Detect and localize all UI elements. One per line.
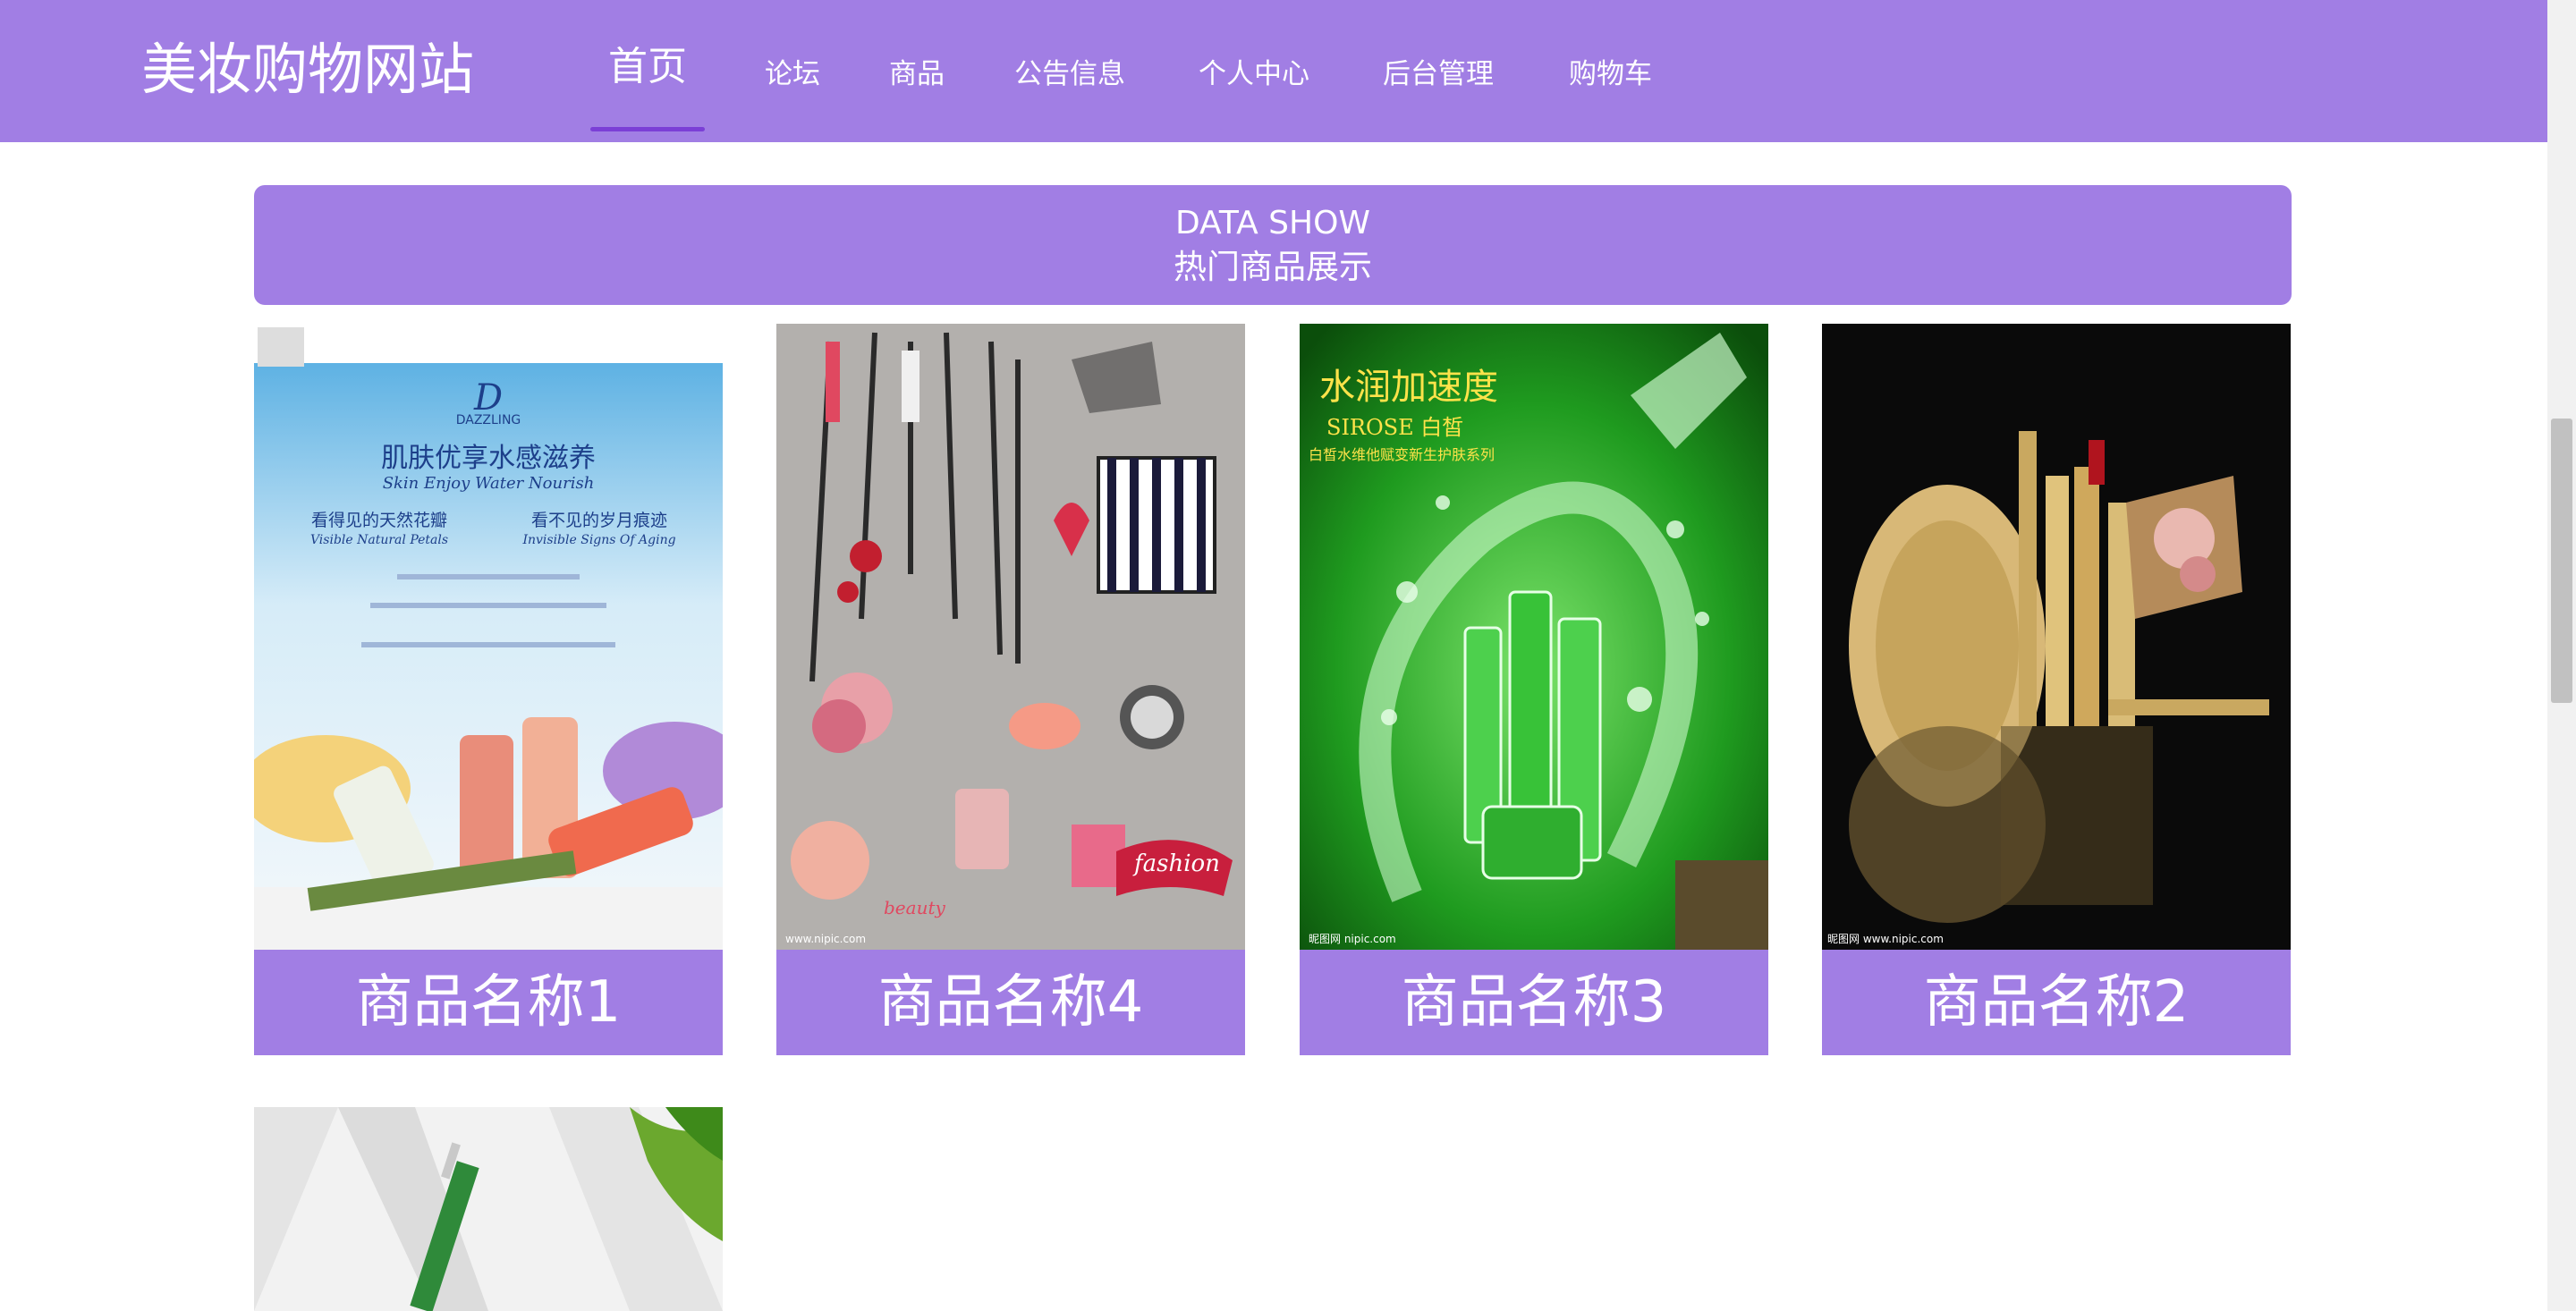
scrollbar-thumb[interactable] <box>2551 419 2572 703</box>
product-image[interactable]: D DAZZLING 肌肤优享水感滋养 Skin Enjoy Water Nou… <box>254 324 723 950</box>
top-navbar: 美妆购物网站 首页 论坛 商品 公告信息 个人中心 后台管理 购物车 <box>0 0 2547 142</box>
product-name[interactable]: 商品名称1 <box>254 950 723 1055</box>
product-image[interactable]: 昵图网 www.nipic.com <box>1822 324 2291 950</box>
ad-left-text: 看得见的天然花瓣 <box>311 511 447 530</box>
nav-active-underline <box>590 127 705 131</box>
qr-code-icon <box>258 327 304 367</box>
ad-brand-line: SIROSE 白皙 <box>1326 415 1463 440</box>
product-card[interactable]: 水润加速度 SIROSE 白皙 白皙水维他赋变新生护肤系列 昵图网 nipic.… <box>1300 324 1768 1055</box>
ad-right-en: Invisible Signs Of Aging <box>521 533 675 547</box>
ad-left-en: Visible Natural Petals <box>310 533 448 547</box>
product-name[interactable]: 商品名称3 <box>1300 950 1768 1055</box>
nav-item-admin[interactable]: 后台管理 <box>1383 43 1494 106</box>
section-banner: DATA SHOW 热门商品展示 <box>254 185 2292 305</box>
ad-beauty-text: beauty <box>884 897 945 918</box>
banner-title-en: DATA SHOW <box>1174 205 1371 241</box>
ad-subline: Skin Enjoy Water Nourish <box>383 474 595 493</box>
product-card[interactable] <box>254 1107 723 1311</box>
nav-item-products[interactable]: 商品 <box>889 43 945 106</box>
site-title[interactable]: 美妆购物网站 <box>141 34 474 106</box>
ad-watermark: www.nipic.com <box>785 933 866 945</box>
ad-subline: 白皙水维他赋变新生护肤系列 <box>1309 446 1495 463</box>
nav-item-announcements[interactable]: 公告信息 <box>1014 43 1125 106</box>
nav-item-home[interactable]: 首页 <box>608 36 687 98</box>
nav-item-profile[interactable]: 个人中心 <box>1199 43 1309 106</box>
product-image[interactable]: 水润加速度 SIROSE 白皙 白皙水维他赋变新生护肤系列 昵图网 nipic.… <box>1300 324 1768 950</box>
ad-watermark: 昵图网 nipic.com <box>1309 933 1396 945</box>
page-scrollbar[interactable] <box>2547 0 2576 1311</box>
product-name[interactable]: 商品名称2 <box>1822 950 2291 1055</box>
banner-title-cn: 热门商品展示 <box>1174 248 1372 286</box>
ad-headline: 水润加速度 <box>1319 367 1498 408</box>
ad-script-text: fashion <box>1132 850 1220 877</box>
ad-watermark: 昵图网 www.nipic.com <box>1827 933 1944 945</box>
product-card[interactable]: 昵图网 www.nipic.com 商品名称2 <box>1822 324 2291 1055</box>
product-card[interactable]: D DAZZLING 肌肤优享水感滋养 Skin Enjoy Water Nou… <box>254 324 723 1055</box>
product-image[interactable]: fashion beauty www.nipic.com <box>776 324 1245 950</box>
ad-right-text: 看不见的岁月痕迹 <box>531 511 667 530</box>
nav-item-forum[interactable]: 论坛 <box>765 43 820 106</box>
product-image[interactable] <box>254 1107 723 1311</box>
nav-item-cart[interactable]: 购物车 <box>1569 43 1652 106</box>
ad-brand: DAZZLING <box>456 413 521 427</box>
product-card[interactable]: fashion beauty www.nipic.com 商品名称4 <box>776 324 1245 1055</box>
ad-headline: 肌肤优享水感滋养 <box>381 443 596 474</box>
product-name[interactable]: 商品名称4 <box>776 950 1245 1055</box>
